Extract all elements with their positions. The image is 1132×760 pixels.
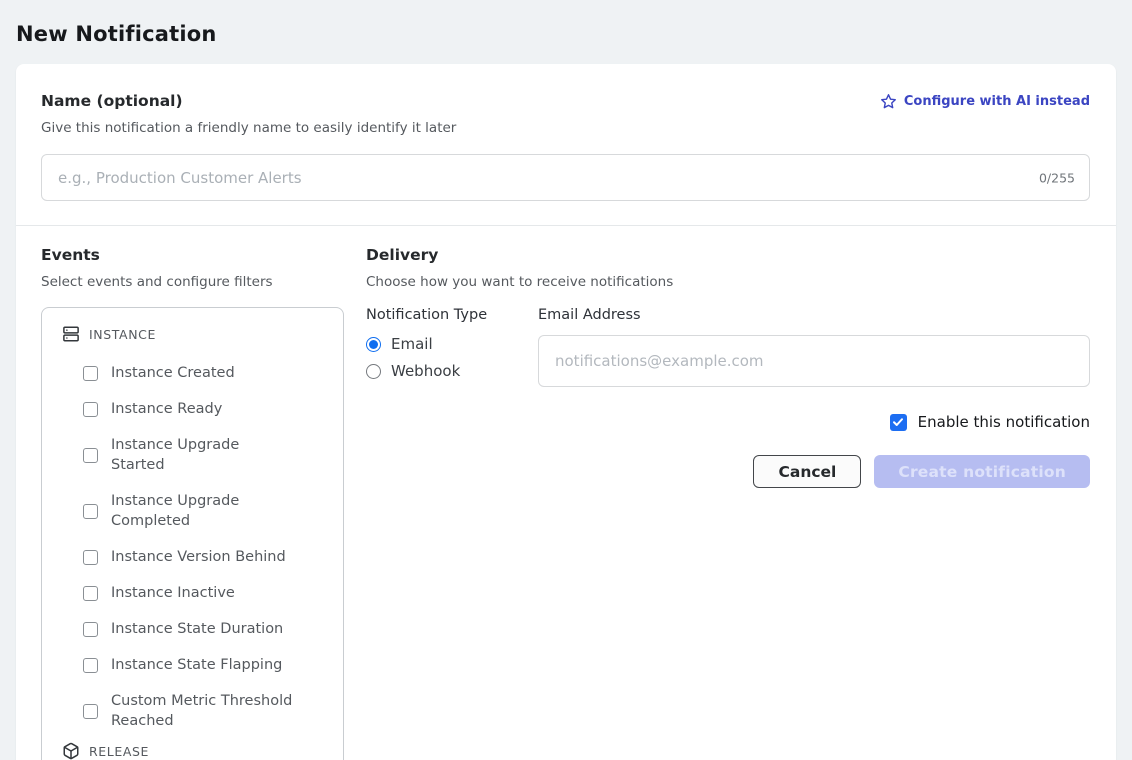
new-notification-card: Name (optional) Configure with AI instea… <box>16 64 1116 760</box>
event-checkbox-row[interactable]: Instance Upgrade Started <box>83 427 327 483</box>
checkbox-icon[interactable] <box>83 704 98 719</box>
checkbox-icon[interactable] <box>83 366 98 381</box>
event-checkbox-row[interactable]: Instance State Duration <box>83 611 327 647</box>
star-icon <box>880 93 897 110</box>
checked-checkbox-icon[interactable] <box>890 414 907 431</box>
configure-with-ai-link[interactable]: Configure with AI instead <box>880 93 1090 110</box>
checkbox-icon[interactable] <box>83 658 98 673</box>
event-group-header-instance: INSTANCE <box>62 325 327 343</box>
name-label: Name (optional) <box>41 92 183 110</box>
delivery-title: Delivery <box>366 246 1090 264</box>
checkbox-icon[interactable] <box>83 504 98 519</box>
name-input-wrap: 0/255 <box>41 154 1090 201</box>
notification-type-option-webhook[interactable]: Webhook <box>366 362 538 380</box>
event-group-label: INSTANCE <box>89 327 156 342</box>
event-checkbox-row[interactable]: Instance Upgrade Completed <box>83 483 327 539</box>
radio-label: Webhook <box>391 362 460 380</box>
email-input-wrap <box>538 335 1090 387</box>
email-group: Email Address <box>538 307 1090 389</box>
events-subtitle: Select events and configure filters <box>41 274 344 290</box>
cancel-button[interactable]: Cancel <box>753 455 861 488</box>
configure-with-ai-label: Configure with AI instead <box>904 94 1090 109</box>
delivery-subtitle: Choose how you want to receive notificat… <box>366 274 1090 290</box>
checkbox-icon[interactable] <box>83 402 98 417</box>
name-description: Give this notification a friendly name t… <box>41 120 1090 136</box>
event-label: Instance Version Behind <box>111 547 286 567</box>
name-input[interactable] <box>42 155 1089 200</box>
event-label: Custom Metric Threshold Reached <box>111 691 297 731</box>
name-section: Name (optional) Configure with AI instea… <box>16 64 1116 225</box>
notification-type-group: Notification Type Email Webhook <box>366 307 538 389</box>
event-label: Instance Upgrade Started <box>111 435 297 475</box>
notification-type-option-email[interactable]: Email <box>366 335 538 353</box>
checkbox-icon[interactable] <box>83 586 98 601</box>
checkbox-icon[interactable] <box>83 550 98 565</box>
event-label: Instance Inactive <box>111 583 235 603</box>
radio-icon[interactable] <box>366 337 381 352</box>
checkbox-icon[interactable] <box>83 448 98 463</box>
delivery-section: Delivery Choose how you want to receive … <box>366 246 1090 760</box>
event-group-label: RELEASE <box>89 744 149 759</box>
event-label: Instance Upgrade Completed <box>111 491 297 531</box>
event-checkbox-row[interactable]: Instance Created <box>83 355 327 391</box>
event-group-header-release: RELEASE <box>62 742 327 760</box>
email-address-label: Email Address <box>538 307 1090 323</box>
event-checkbox-row[interactable]: Instance Ready <box>83 391 327 427</box>
event-label: Instance State Duration <box>111 619 283 639</box>
package-icon <box>62 742 80 760</box>
server-icon <box>62 325 80 343</box>
radio-icon[interactable] <box>366 364 381 379</box>
events-section: Events Select events and configure filte… <box>41 246 344 760</box>
event-label: Instance State Flapping <box>111 655 282 675</box>
radio-label: Email <box>391 335 433 353</box>
event-checkbox-row[interactable]: Instance Inactive <box>83 575 327 611</box>
notification-type-label: Notification Type <box>366 307 538 323</box>
enable-notification-label: Enable this notification <box>918 413 1090 431</box>
events-title: Events <box>41 246 344 264</box>
create-notification-button[interactable]: Create notification <box>874 455 1090 488</box>
page-title: New Notification <box>0 0 1132 64</box>
email-input[interactable] <box>539 336 1089 386</box>
event-checkbox-row[interactable]: Custom Metric Threshold Reached <box>83 683 327 739</box>
enable-notification-toggle[interactable]: Enable this notification <box>366 413 1090 431</box>
checkbox-icon[interactable] <box>83 622 98 637</box>
event-label: Instance Ready <box>111 399 222 419</box>
event-checkbox-row[interactable]: Instance Version Behind <box>83 539 327 575</box>
events-list: INSTANCE Instance Created Instance Ready In… <box>41 307 344 760</box>
event-checkbox-row[interactable]: Instance State Flapping <box>83 647 327 683</box>
event-label: Instance Created <box>111 363 235 383</box>
char-counter: 0/255 <box>1039 170 1075 185</box>
